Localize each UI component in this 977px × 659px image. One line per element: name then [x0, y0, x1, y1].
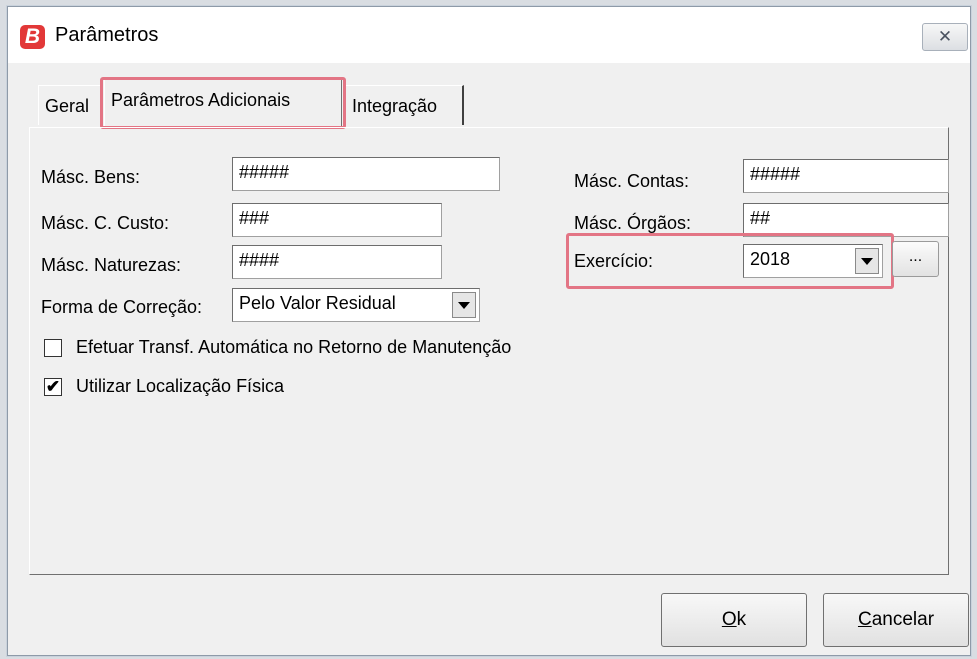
tab-highlight-box: [100, 77, 346, 129]
tab-integracao[interactable]: Integração: [346, 85, 464, 125]
exercicio-select[interactable]: 2018: [743, 244, 883, 278]
masc-ccusto-label: Másc. C. Custo:: [41, 213, 170, 233]
cancel-label: ancelar: [871, 609, 935, 630]
window-title: Parâmetros: [55, 24, 159, 46]
masc-contas-label: Másc. Contas:: [574, 171, 690, 191]
masc-naturezas-label: Másc. Naturezas:: [41, 255, 182, 275]
app-logo-icon: B: [20, 25, 45, 49]
masc-naturezas-input[interactable]: ####: [232, 245, 442, 279]
close-icon: ✕: [937, 27, 953, 46]
chevron-down-icon[interactable]: [452, 292, 476, 318]
exercicio-browse-button[interactable]: ...: [892, 241, 939, 277]
utilizar-localizacao-label: Utilizar Localização Física: [76, 376, 285, 396]
ok-label: k: [736, 609, 747, 630]
masc-bens-input[interactable]: #####: [232, 157, 500, 191]
utilizar-localizacao-checkbox[interactable]: ✔: [44, 378, 62, 396]
exercicio-value: 2018: [750, 249, 791, 269]
masc-contas-input[interactable]: #####: [743, 159, 949, 193]
cancel-button[interactable]: Cancelar: [823, 593, 969, 647]
ok-button[interactable]: Ok: [661, 593, 807, 647]
parametros-dialog: B Parâmetros ✕ Geral Parâmetros Adiciona…: [7, 6, 971, 656]
efetuar-transf-label: Efetuar Transf. Automática no Retorno de…: [76, 337, 512, 357]
close-button[interactable]: ✕: [922, 23, 968, 51]
masc-orgaos-label: Másc. Órgãos:: [574, 213, 692, 233]
title-bar: B Parâmetros ✕: [8, 7, 970, 63]
forma-correcao-label: Forma de Correção:: [41, 297, 203, 317]
ok-mnemonic: O: [721, 609, 737, 630]
forma-correcao-value: Pelo Valor Residual: [239, 293, 396, 313]
efetuar-transf-checkbox[interactable]: [44, 339, 62, 357]
checkmark-icon: ✔: [45, 377, 61, 396]
masc-orgaos-input[interactable]: ##: [743, 203, 949, 237]
exercicio-label: Exercício:: [574, 251, 654, 271]
forma-correcao-select[interactable]: Pelo Valor Residual: [232, 288, 480, 322]
masc-bens-label: Másc. Bens:: [41, 167, 141, 187]
cancel-mnemonic: C: [857, 609, 872, 630]
chevron-down-icon[interactable]: [855, 248, 879, 274]
masc-ccusto-input[interactable]: ###: [232, 203, 442, 237]
tab-geral[interactable]: Geral: [38, 85, 100, 125]
